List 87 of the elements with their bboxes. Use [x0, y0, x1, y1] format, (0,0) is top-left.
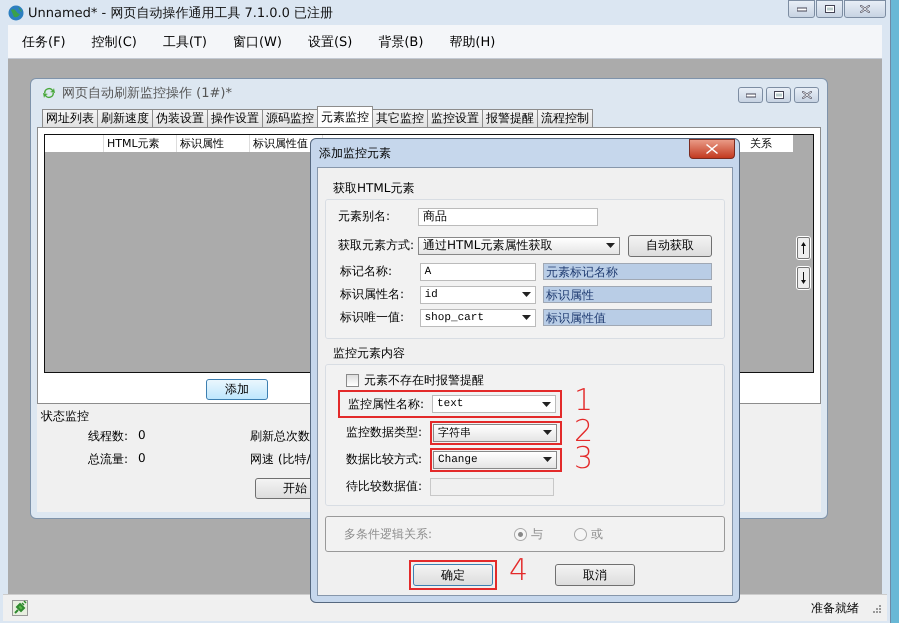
field-label: 标识属性名: — [339, 286, 406, 303]
menu-item[interactable]: 背景(B) — [364, 32, 436, 50]
ok-button[interactable]: 确定 — [413, 564, 493, 586]
refresh-icon — [42, 86, 56, 100]
field-label: 多条件逻辑关系: — [344, 526, 434, 542]
combo-box[interactable]: shop_cart — [420, 308, 536, 326]
close-icon — [802, 91, 812, 99]
tab[interactable]: 网址列表 — [42, 109, 98, 127]
dropdown[interactable]: Change — [433, 450, 557, 468]
combo-box[interactable]: text — [432, 395, 556, 413]
field-label: 监控数据类型: — [345, 424, 424, 441]
tab[interactable]: 元素监控 — [317, 106, 373, 127]
minimize-button[interactable] — [738, 87, 763, 103]
maximize-button[interactable] — [766, 87, 791, 103]
hint-label: 标识属性 — [542, 286, 712, 303]
tab[interactable]: 监控设置 — [427, 109, 483, 127]
down-arrow-icon — [800, 272, 806, 284]
caret-icon — [543, 430, 552, 435]
hint-label: 元素标记名称 — [542, 263, 712, 280]
close-button[interactable] — [794, 87, 819, 103]
tab[interactable]: 源码监控 — [262, 109, 318, 127]
column-header: HTML元素 — [104, 135, 177, 152]
field-label: 获取元素方式: — [338, 237, 416, 254]
window-title: Unnamed* - 网页自动操作通用工具 7.1.0.0 已注册 — [28, 4, 334, 22]
input-field[interactable]: 商品 — [418, 208, 598, 226]
up-arrow-icon — [800, 242, 806, 254]
checkbox-square[interactable] — [346, 374, 359, 386]
auto-fetch-button[interactable]: 自动获取 — [628, 234, 712, 256]
caret-icon — [522, 315, 531, 320]
move-up-button[interactable] — [796, 237, 810, 259]
stat-label: 线程数: — [88, 428, 128, 445]
stat-label: 总流量: — [88, 451, 128, 468]
close-button[interactable] — [844, 0, 886, 18]
menu-item[interactable]: 窗口(W) — [218, 32, 294, 50]
stat-label: 网速 (比特/ — [250, 451, 311, 468]
group-title: 状态监控 — [41, 408, 90, 424]
field-label: 数据比较方式: — [345, 451, 424, 468]
field-label: 标记名称: — [339, 263, 394, 280]
column-header: 标识属性 — [177, 135, 250, 152]
column-header: 关系 — [749, 136, 774, 152]
close-icon — [860, 5, 870, 13]
menu-item[interactable]: 设置(S) — [294, 32, 364, 50]
tab[interactable]: 刷新速度 — [97, 109, 153, 127]
maximize-icon — [774, 91, 784, 99]
menu-item[interactable]: 任务(F) — [8, 32, 78, 50]
menu-item[interactable]: 控制(C) — [78, 32, 149, 50]
group-title: 监控元素内容 — [332, 345, 406, 362]
resize-grip-icon — [871, 603, 881, 613]
plug-icon — [12, 600, 28, 616]
stat-value: 0 — [138, 428, 146, 444]
cancel-button[interactable]: 取消 — [555, 564, 635, 586]
stat-label: 刷新总次数 — [250, 428, 310, 445]
combo-box[interactable]: id — [420, 286, 536, 304]
field-label: 标识唯一值: — [339, 309, 406, 326]
hint-label: 标识属性值 — [542, 309, 712, 326]
minimize-icon — [796, 6, 806, 12]
globe-icon — [8, 4, 24, 20]
tab[interactable]: 伪装设置 — [152, 109, 208, 127]
group-title: 获取HTML元素 — [332, 180, 416, 197]
caret-icon — [522, 292, 531, 297]
maximize-icon — [824, 5, 834, 13]
tab[interactable]: 其它监控 — [372, 109, 428, 127]
minimize-button[interactable] — [788, 0, 815, 18]
stat-value: 0 — [138, 451, 146, 467]
caret-icon — [606, 243, 615, 248]
caret-icon — [542, 402, 551, 406]
tab[interactable]: 流程控制 — [537, 109, 593, 127]
window-title: 网页自动刷新监控操作 (1#)* — [62, 85, 232, 102]
input-field[interactable]: A — [420, 262, 536, 280]
field-label: 元素别名: — [338, 208, 392, 225]
add-button[interactable]: 添加 — [206, 379, 268, 400]
field-label: 待比较数据值: — [345, 478, 424, 495]
field-label: 监控属性名称: — [347, 396, 426, 412]
tab[interactable]: 操作设置 — [207, 109, 263, 127]
close-icon — [706, 144, 718, 154]
maximize-button[interactable] — [816, 0, 843, 18]
move-down-button[interactable] — [796, 267, 810, 289]
dropdown[interactable]: 通过HTML元素属性获取 — [418, 236, 620, 254]
minimize-icon — [746, 92, 756, 98]
handwritten-number: 4 — [509, 554, 528, 588]
dropdown[interactable]: 字符串 — [433, 424, 557, 442]
tab[interactable]: 报警提醒 — [482, 109, 538, 127]
menu-item[interactable]: 帮助(H) — [435, 32, 508, 50]
menu-item[interactable]: 工具(T) — [148, 32, 219, 50]
caret-icon — [543, 457, 552, 462]
close-button[interactable] — [689, 139, 735, 159]
status-text: 准备就绪 — [811, 600, 859, 616]
